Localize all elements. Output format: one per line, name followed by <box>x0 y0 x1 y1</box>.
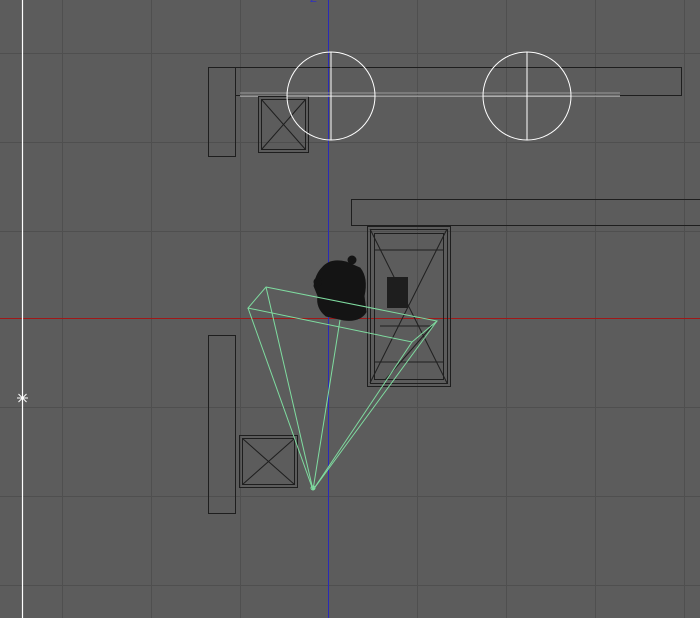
ceiling-lamp-1[interactable] <box>286 51 376 141</box>
box[interactable] <box>239 435 298 488</box>
3d-viewport[interactable]: Z <box>0 0 700 618</box>
light-icon[interactable] <box>17 392 28 404</box>
desk-top[interactable] <box>235 67 682 96</box>
ceiling-lamp-2[interactable] <box>482 51 572 141</box>
desk-side[interactable] <box>208 67 236 157</box>
cabinet[interactable] <box>258 96 309 153</box>
viewport-canvas[interactable] <box>0 0 700 618</box>
side-panel[interactable] <box>208 335 236 514</box>
shelf-frame[interactable] <box>367 226 451 387</box>
counter[interactable] <box>351 199 700 226</box>
chair[interactable] <box>313 255 367 321</box>
